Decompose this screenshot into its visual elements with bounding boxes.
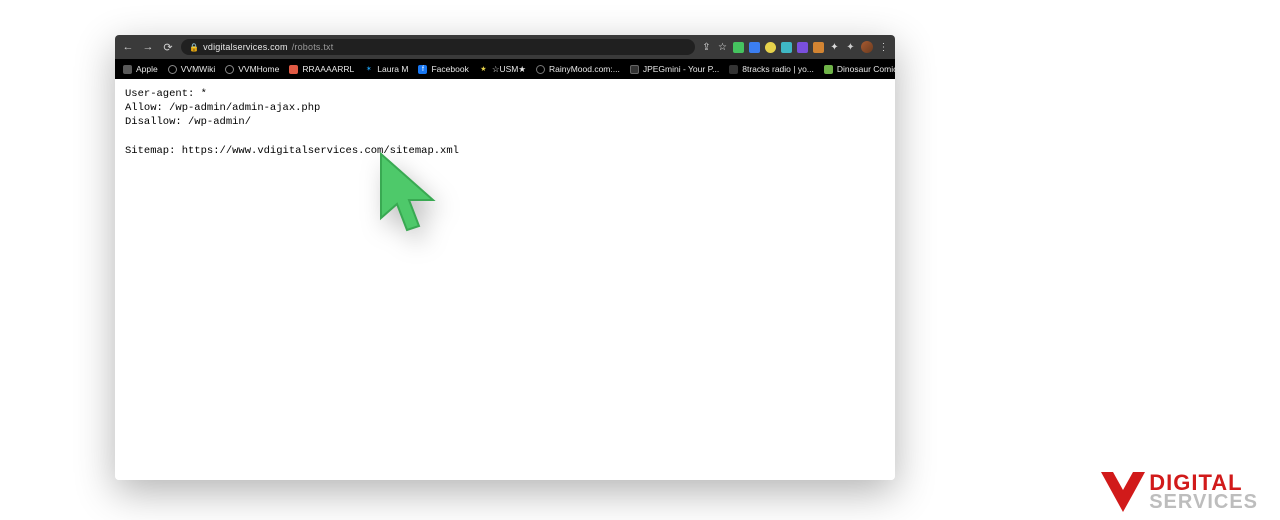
robots-line-1: User-agent: *	[125, 88, 207, 100]
bookmark-label: ☆USM★	[492, 64, 526, 75]
brand-services-text: SERVICES	[1149, 493, 1258, 511]
site-icon	[630, 65, 639, 74]
extension-icon-1[interactable]	[733, 42, 744, 53]
site-icon	[729, 65, 738, 74]
site-icon	[536, 65, 545, 74]
bookmark-vvmwiki[interactable]: VVMWiki	[168, 64, 215, 74]
extension-icon-2[interactable]	[749, 42, 760, 53]
profile-avatar-icon[interactable]	[861, 41, 873, 53]
globe-icon	[225, 65, 234, 74]
bookmark-facebook[interactable]: f Facebook	[418, 64, 468, 74]
globe-icon	[168, 65, 177, 74]
bookmark-label: Dinosaur Comics...	[837, 64, 895, 74]
forward-button[interactable]: →	[141, 41, 155, 53]
bookmarks-bar: Apple VVMWiki VVMHome RRAAAARRL ✶ Laura …	[115, 59, 895, 79]
bookmark-label: JPEGmini - Your P...	[643, 64, 719, 74]
bookmark-label: Laura M	[377, 64, 408, 74]
bookmark-label: VVMWiki	[181, 64, 215, 74]
bookmark-rainymood[interactable]: RainyMood.com:...	[536, 64, 620, 74]
twitter-icon: ✶	[364, 65, 373, 74]
extension-icon-3[interactable]	[765, 42, 776, 53]
extensions-icon[interactable]: ✦	[845, 42, 856, 53]
toolbar-right: ⇪ ☆ ✦ ✦ ⋮	[701, 41, 889, 53]
browser-window: ← → ⟳ 🔒 vdigitalservices.com/robots.txt …	[115, 35, 895, 480]
bookmark-label: Facebook	[431, 64, 468, 74]
robots-line-4: Sitemap: https://www.vdigitalservices.co…	[125, 145, 459, 157]
bookmark-lauram[interactable]: ✶ Laura M	[364, 64, 408, 74]
bookmark-label: RRAAAARRL	[302, 64, 354, 74]
share-icon[interactable]: ⇪	[701, 42, 712, 53]
brand-digital-text: DIGITAL	[1149, 473, 1258, 493]
folder-icon	[123, 65, 132, 74]
bookmark-apple[interactable]: Apple	[123, 64, 158, 74]
robots-line-3: Disallow: /wp-admin/	[125, 116, 251, 128]
address-bar[interactable]: 🔒 vdigitalservices.com/robots.txt	[181, 39, 695, 55]
lock-icon: 🔒	[189, 43, 199, 52]
bookmark-vvmhome[interactable]: VVMHome	[225, 64, 279, 74]
brand-logo: DIGITAL SERVICES	[1099, 470, 1258, 514]
site-icon	[824, 65, 833, 74]
bookmark-label: 8tracks radio | yo...	[742, 64, 814, 74]
extension-icon-4[interactable]	[781, 42, 792, 53]
url-host: vdigitalservices.com	[203, 42, 288, 52]
extension-icon-5[interactable]	[797, 42, 808, 53]
url-path: /robots.txt	[292, 42, 334, 52]
bookmark-label: Apple	[136, 64, 158, 74]
site-icon	[289, 65, 298, 74]
bookmark-label: RainyMood.com:...	[549, 64, 620, 74]
reload-button[interactable]: ⟳	[161, 41, 175, 54]
extension-icon-7[interactable]: ✦	[829, 42, 840, 53]
bookmark-jpegmini[interactable]: JPEGmini - Your P...	[630, 64, 719, 74]
extension-icon-6[interactable]	[813, 42, 824, 53]
bookmark-label: VVMHome	[238, 64, 279, 74]
bookmark-rraaaarrl[interactable]: RRAAAARRL	[289, 64, 354, 74]
navigation-bar: ← → ⟳ 🔒 vdigitalservices.com/robots.txt …	[115, 35, 895, 59]
back-button[interactable]: ←	[121, 41, 135, 53]
robots-line-2: Allow: /wp-admin/admin-ajax.php	[125, 102, 320, 114]
bookmark-star-icon[interactable]: ☆	[717, 42, 728, 53]
bookmark-8tracks[interactable]: 8tracks radio | yo...	[729, 64, 814, 74]
page-content: User-agent: * Allow: /wp-admin/admin-aja…	[115, 79, 895, 480]
bookmark-usm[interactable]: ★ ☆USM★	[479, 64, 526, 75]
star-icon: ★	[479, 65, 488, 74]
menu-icon[interactable]: ⋮	[878, 42, 889, 53]
brand-v-icon	[1099, 470, 1147, 514]
facebook-icon: f	[418, 65, 427, 74]
bookmark-dinosaurcomics[interactable]: Dinosaur Comics...	[824, 64, 895, 74]
